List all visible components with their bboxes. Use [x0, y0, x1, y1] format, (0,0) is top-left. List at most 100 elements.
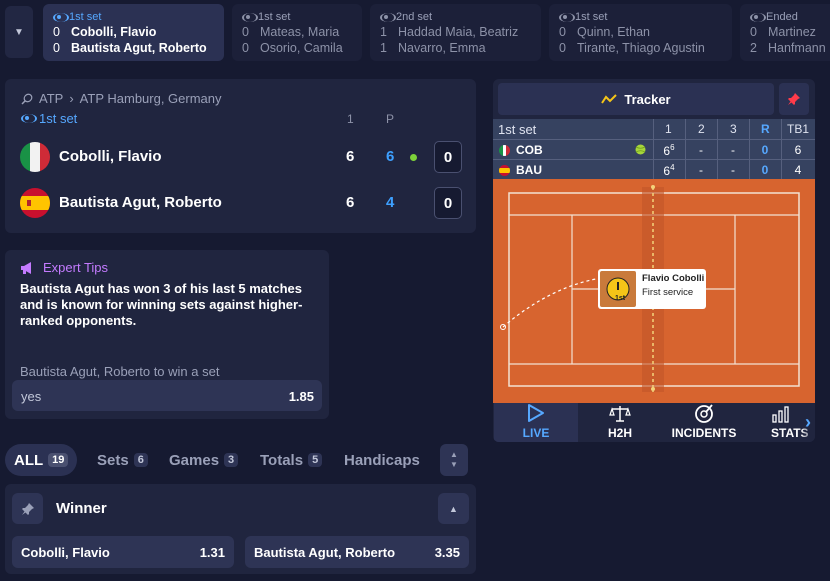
match-status: 1st set	[258, 11, 291, 23]
chevron-down-icon: ▼	[14, 26, 24, 38]
live-broadcast-icon	[21, 114, 37, 123]
outcome-odds: 1.31	[199, 545, 225, 560]
pin-icon[interactable]	[12, 493, 43, 524]
scales-icon	[609, 406, 631, 422]
filter-count: 19	[48, 453, 69, 467]
outcome-button[interactable]: Cobolli, Flavio 1.31	[12, 536, 234, 568]
match-card[interactable]: 1st set 0 Mateas, Maria 0 Osorio, Camila	[232, 4, 362, 61]
tracker-button[interactable]: Tracker	[498, 83, 774, 115]
pin-icon[interactable]	[779, 83, 809, 115]
r-score: 0	[761, 143, 769, 157]
serve-indicator	[410, 154, 417, 161]
tracker-title: Tracker	[624, 91, 671, 107]
filter-count: 6	[133, 453, 148, 467]
set-score: 6	[346, 194, 355, 211]
live-broadcast-icon	[53, 12, 69, 22]
player1-score: 1	[380, 25, 387, 39]
popup-player: Flavio Cobolli	[642, 273, 705, 284]
filter-label: Handicaps	[344, 451, 420, 469]
tracker-tabs: LIVE H2H INCIDENTS STATS ›	[493, 403, 815, 442]
incidents-icon	[695, 404, 713, 423]
outcome-label: Cobolli, Flavio	[21, 545, 110, 560]
col-header: 2	[698, 122, 705, 136]
live-matches-bar: ▼ 1st set 0 Cobolli, Flavio 0 Bautista Agu…	[0, 0, 830, 70]
player2-name: Hanfmann	[768, 41, 826, 55]
set2-score: -	[699, 143, 703, 157]
spain-flag-icon	[20, 188, 50, 218]
tab-live[interactable]: LIVE	[494, 403, 578, 442]
italy-flag-icon	[499, 145, 510, 156]
chevron-right-icon: ›	[69, 91, 74, 106]
player2-name: Osorio, Camila	[260, 41, 343, 55]
tracker-score-table: 1st set 1 2 3 R TB1 COB 66 - - 0 6 BAU 6…	[493, 119, 815, 179]
tab-label: INCIDENTS	[671, 426, 737, 440]
player2-name: Bautista Agut, Roberto	[71, 41, 207, 55]
tracker-row: COB 66 - - 0 6	[493, 139, 815, 159]
tour-label[interactable]: ATP	[39, 91, 63, 106]
match-card[interactable]: 1st set 0 Quinn, Ethan 0 Tirante, Thiago A…	[549, 4, 732, 61]
tab-incidents[interactable]: INCIDENTS	[662, 403, 746, 442]
player1-name: Quinn, Ethan	[577, 25, 650, 39]
match-status: 1st set	[69, 11, 102, 23]
tips-selection: Bautista Agut, Roberto to win a set	[20, 364, 220, 379]
match-card[interactable]: Ended 0 Martinez 2 Hanfmann	[740, 4, 830, 61]
filter-all[interactable]: ALL 19	[5, 444, 78, 476]
tennis-racket-icon	[21, 93, 33, 105]
filter-count: 5	[308, 453, 323, 467]
set3-score: -	[731, 143, 735, 157]
filter-label: Totals	[260, 451, 304, 469]
filter-count: 3	[224, 453, 239, 467]
spain-flag-icon	[499, 165, 510, 176]
scoreboard-panel: ATP › ATP Hamburg, Germany 1st set 1 P C…	[5, 79, 476, 233]
set2-score: -	[699, 163, 703, 177]
market-filters: ALL 19 Sets 6 Games 3 Totals 5 Handicaps ▲ ▼	[5, 444, 475, 476]
tiebreak-sup: 6	[670, 143, 675, 152]
points-score: 4	[386, 194, 395, 211]
outcome-label: Bautista Agut, Roberto	[254, 545, 396, 560]
filter-games[interactable]: Games 3	[169, 444, 239, 476]
player-name: Cobolli, Flavio	[59, 148, 162, 165]
match-status: 2nd set	[396, 11, 433, 23]
filter-sets[interactable]: Sets 6	[97, 444, 148, 476]
filter-totals[interactable]: Totals 5	[260, 444, 323, 476]
chevron-right-icon[interactable]: ›	[801, 403, 815, 442]
col-header: R	[761, 122, 770, 136]
filter-handicaps[interactable]: Handicaps	[344, 444, 420, 476]
tips-heading: Expert Tips	[43, 260, 109, 275]
expand-toggle-button[interactable]: ▼	[5, 6, 33, 58]
odds-label: yes	[21, 389, 42, 404]
player-row: Cobolli, Flavio 6 6 0	[20, 141, 466, 173]
match-card[interactable]: 1st set 0 Cobolli, Flavio 0 Bautista Agut,…	[43, 4, 224, 61]
live-status: 1st set	[21, 111, 77, 126]
megaphone-icon	[21, 261, 31, 274]
service-badge: 1st	[615, 295, 626, 302]
player2-score: 2	[750, 41, 757, 55]
odds-value: 1.85	[288, 389, 314, 404]
play-icon	[528, 404, 544, 422]
r-score: 0	[761, 163, 769, 177]
event-label[interactable]: ATP Hamburg, Germany	[80, 91, 222, 106]
player1-score: 0	[559, 25, 566, 39]
set-score: 6	[346, 148, 355, 165]
game-score: 0	[434, 187, 462, 219]
tracker-icon	[601, 94, 618, 104]
outcome-button[interactable]: Bautista Agut, Roberto 3.35	[245, 536, 469, 568]
set-status: 1st set	[39, 111, 78, 126]
tb1-score: 6	[794, 143, 802, 157]
filter-label: ALL	[14, 451, 44, 469]
player1-name: Cobolli, Flavio	[71, 25, 157, 39]
player2-score: 0	[53, 41, 60, 55]
match-card[interactable]: 2nd set 1 Haddad Maia, Beatriz 1 Navarro, …	[370, 4, 541, 61]
player1-name: Haddad Maia, Beatriz	[398, 25, 519, 39]
player1-score: 0	[750, 25, 757, 39]
market-panel: Winner ▲ Cobolli, Flavio 1.31 Bautista A…	[5, 484, 476, 574]
match-status: 1st set	[575, 11, 608, 23]
sort-icon[interactable]: ▲ ▼	[440, 444, 468, 476]
player-row: Bautista Agut, Roberto 6 4 0	[20, 187, 466, 219]
tab-h2h[interactable]: H2H	[578, 403, 662, 442]
player-abbr: BAU	[516, 163, 542, 177]
player2-score: 0	[242, 41, 249, 55]
collapse-button[interactable]: ▲	[438, 493, 469, 524]
tips-odds-button[interactable]: yes 1.85	[12, 380, 322, 411]
set-column-header: 1	[347, 112, 354, 126]
